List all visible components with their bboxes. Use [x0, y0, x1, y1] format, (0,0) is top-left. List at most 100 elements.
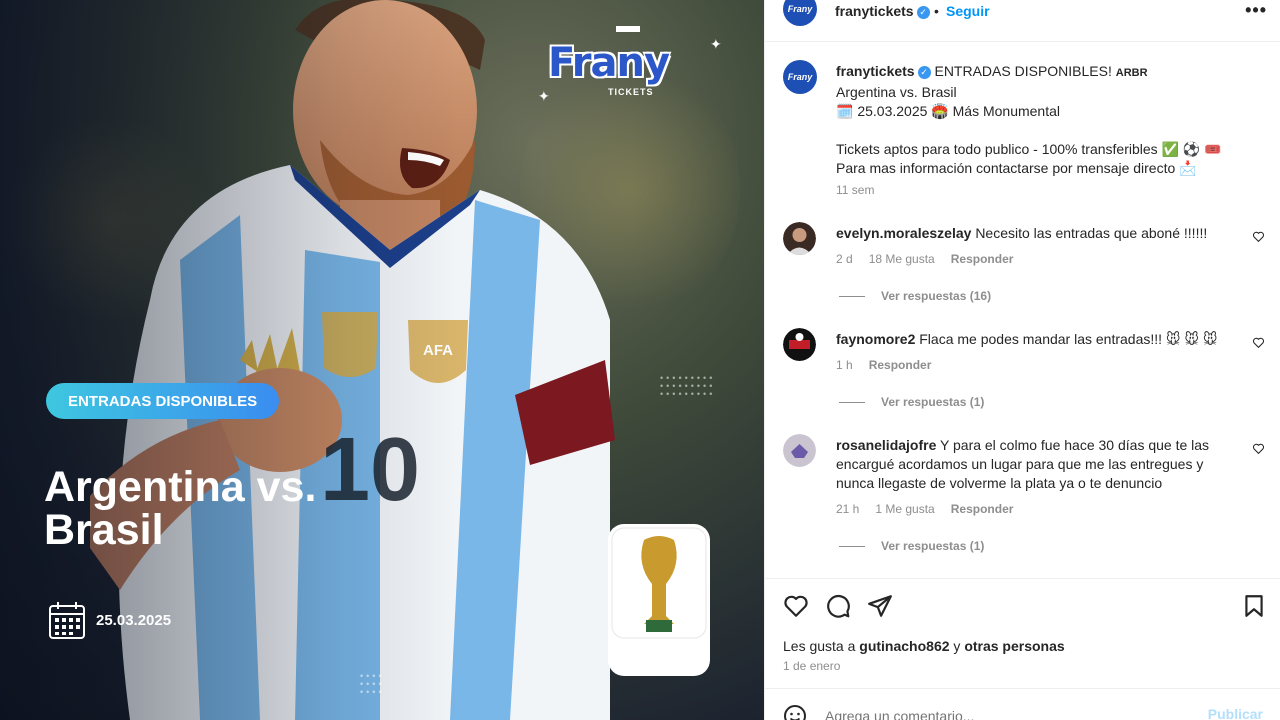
- comment-username[interactable]: rosanelidajofre: [836, 437, 936, 453]
- check-emoji-icon: ✅: [1161, 141, 1179, 157]
- post-sidebar: Frany franytickets ✓ • Seguir ••• Frany f…: [764, 0, 1280, 720]
- share-icon[interactable]: [867, 593, 893, 619]
- commenter-avatar[interactable]: [783, 434, 816, 467]
- author-username[interactable]: franytickets ✓: [835, 3, 930, 19]
- sparkle-icon: ✦: [538, 88, 550, 104]
- add-comment-bar: Publicar: [783, 704, 1263, 720]
- view-replies-button[interactable]: Ver respuestas (1): [839, 395, 984, 409]
- comment-text: evelyn.moraleszelay Necesito las entrada…: [836, 224, 1231, 243]
- post-date[interactable]: 1 de enero: [783, 659, 840, 673]
- emoji-icon[interactable]: [783, 704, 807, 720]
- post-image[interactable]: AFA 10 Frany TICKETS ✦ ✦ ENTRADAS DISPON…: [0, 0, 764, 720]
- inbox-emoji-icon: 📩: [1179, 160, 1197, 176]
- replies-line: [839, 295, 865, 297]
- calendar-emoji-icon: 🗓️: [836, 103, 854, 119]
- view-replies-button[interactable]: Ver respuestas (1): [839, 539, 984, 553]
- comment-time[interactable]: 21 h: [836, 502, 859, 516]
- comment-meta: 21 h 1 Me gusta Responder: [836, 502, 1013, 516]
- ticket-emoji-icon: 🎟️: [1204, 141, 1222, 157]
- fifa-label: FIFA: [639, 643, 679, 663]
- caption-username[interactable]: franytickets: [836, 63, 915, 79]
- view-replies-label[interactable]: Ver respuestas (1): [881, 395, 984, 409]
- comment-likes[interactable]: 1 Me gusta: [875, 502, 934, 516]
- post-actions: [783, 593, 1267, 621]
- logo-text: Frany: [548, 40, 670, 86]
- stadium-emoji-icon: 🏟️: [931, 103, 949, 119]
- caption-time[interactable]: 11 sem: [836, 181, 1256, 200]
- divider: [765, 41, 1280, 42]
- logo-subtext: TICKETS: [608, 87, 654, 97]
- comment-meta: 1 h Responder: [836, 358, 931, 372]
- follow-button[interactable]: Seguir: [946, 3, 990, 19]
- caption-line: 🗓️ 25.03.2025 🏟️ Más Monumental: [836, 102, 1256, 121]
- caption-line: Tickets aptos para todo publico - 100% t…: [836, 140, 1256, 159]
- likes-prefix: Les gusta a: [783, 638, 856, 654]
- reply-button[interactable]: Responder: [869, 358, 932, 372]
- bookmark-icon[interactable]: [1241, 593, 1267, 619]
- caption-title: ENTRADAS DISPONIBLES!: [934, 63, 1112, 79]
- commenter-avatar[interactable]: [783, 328, 816, 361]
- likes-and: y: [953, 638, 961, 654]
- comment-body: Flaca me podes mandar las entradas!!! 🐭 …: [919, 331, 1218, 347]
- divider: [765, 688, 1280, 689]
- caption-line: Para mas información contactarse por men…: [836, 159, 1256, 178]
- heart-icon[interactable]: [783, 593, 809, 619]
- heart-icon[interactable]: [1252, 230, 1265, 243]
- caption-venue: Más Monumental: [952, 103, 1061, 119]
- caption-text: Tickets aptos para todo publico - 100% t…: [836, 141, 1158, 157]
- caption-text: Para mas información contactarse por men…: [836, 160, 1176, 176]
- comment-text: faynomore2 Flaca me podes mandar las ent…: [836, 330, 1231, 349]
- headline-line: Argentina vs.: [44, 463, 317, 511]
- comment-username[interactable]: evelyn.moraleszelay: [836, 225, 971, 241]
- sparkle-icon: ✦: [710, 36, 722, 52]
- replies-line: [839, 545, 865, 547]
- likes-user[interactable]: gutinacho862: [859, 638, 949, 654]
- more-icon[interactable]: •••: [1245, 0, 1267, 21]
- calendar-icon: [49, 602, 85, 639]
- event-date: 25.03.2025: [48, 600, 171, 640]
- reply-button[interactable]: Responder: [951, 502, 1014, 516]
- event-date-text: 25.03.2025: [96, 611, 172, 629]
- post-header: Frany franytickets ✓ • Seguir •••: [765, 0, 1280, 40]
- separator-dot: •: [934, 3, 939, 19]
- view-replies-label[interactable]: Ver respuestas (1): [881, 539, 984, 553]
- available-badge: ENTRADAS DISPONIBLES: [46, 383, 280, 419]
- dot-pattern: ••••••••• ••••••••• •••••••••: [660, 373, 716, 399]
- author-avatar[interactable]: Frany: [783, 0, 817, 26]
- commenter-avatar[interactable]: [783, 222, 816, 255]
- heart-icon[interactable]: [1252, 442, 1265, 455]
- reply-button[interactable]: Responder: [951, 252, 1014, 266]
- username-text[interactable]: franytickets: [835, 3, 914, 19]
- headline-line: Brasil: [44, 506, 164, 554]
- comment-likes[interactable]: 18 Me gusta: [869, 252, 935, 266]
- dot-pattern: •••• •••• ••••: [360, 671, 385, 697]
- comment-input[interactable]: [825, 708, 1185, 720]
- view-replies-label[interactable]: Ver respuestas (16): [881, 289, 991, 303]
- verified-icon: ✓: [917, 65, 931, 79]
- likes-others[interactable]: otras personas: [964, 638, 1064, 654]
- heart-icon[interactable]: [1252, 336, 1265, 349]
- comment-text: rosanelidajofre Y para el colmo fue hace…: [836, 436, 1231, 493]
- comment-meta: 2 d 18 Me gusta Responder: [836, 252, 1013, 266]
- comment-time[interactable]: 1 h: [836, 358, 853, 372]
- caption-body: franytickets ✓ ENTRADAS DISPONIBLES! ARBR…: [836, 62, 1256, 200]
- soccer-ball-icon: ⚽: [1182, 141, 1201, 157]
- likes-summary: Les gusta a gutinacho862 y otras persona…: [783, 638, 1065, 654]
- publish-button[interactable]: Publicar: [1208, 706, 1263, 720]
- comment-body: Necesito las entradas que aboné !!!!!!: [975, 225, 1208, 241]
- decor-bar: [616, 26, 640, 32]
- caption-tag: ARBR: [1115, 67, 1148, 79]
- caption-line: Argentina vs. Brasil: [836, 84, 957, 100]
- view-replies-button[interactable]: Ver respuestas (16): [839, 289, 991, 303]
- frany-tickets-logo: Frany TICKETS: [548, 40, 718, 102]
- verified-icon: ✓: [916, 5, 930, 19]
- divider: [765, 578, 1280, 579]
- comment-time[interactable]: 2 d: [836, 252, 853, 266]
- caption-avatar[interactable]: Frany: [783, 60, 817, 94]
- comment-icon[interactable]: [825, 593, 851, 619]
- caption-date: 25.03.2025: [857, 103, 928, 119]
- match-headline: Argentina vs. Brasil: [44, 466, 444, 552]
- fifa-world-cup-logo: FIFA: [608, 524, 710, 676]
- replies-line: [839, 401, 865, 403]
- comment-username[interactable]: faynomore2: [836, 331, 915, 347]
